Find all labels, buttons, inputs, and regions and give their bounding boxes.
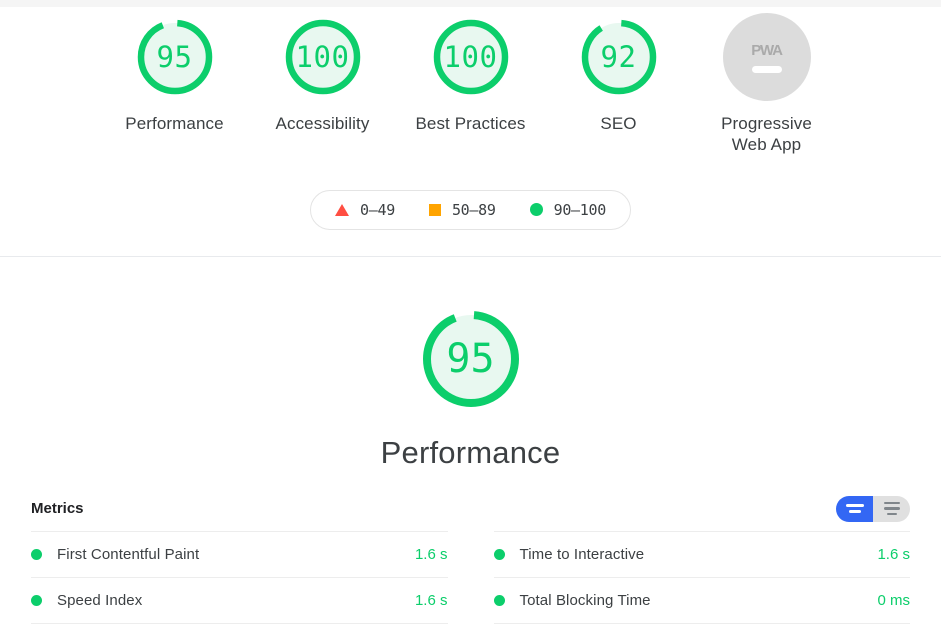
page-top-strip <box>0 0 941 7</box>
gauge-label-line1: Progressive <box>721 114 812 133</box>
score-gauge-accessibility[interactable]: 100 Accessibility <box>249 13 397 134</box>
metric-pass-circle-icon <box>493 594 505 606</box>
gauge-ring: 100 <box>427 13 515 101</box>
pass-circle-icon <box>529 203 543 216</box>
expanded-view-toggle-button[interactable] <box>873 495 910 522</box>
pwa-dash-icon <box>751 65 782 73</box>
score-gauge-performance[interactable]: 95 Performance <box>101 13 249 134</box>
score-gauge-seo[interactable]: 92 SEO <box>545 13 693 134</box>
metric-label: Time to Interactive <box>519 545 645 563</box>
metric-pass-circle-icon <box>31 594 42 606</box>
metrics-section: Metrics First Contentful Paint 1.6 s Speed… <box>0 495 941 630</box>
gauge-score-value: 100 <box>295 40 350 74</box>
scores-section: 95 Performance 100 Accessibility 100 Best Pra… <box>0 7 941 257</box>
score-legend: 0–49 50–89 90–100 <box>310 189 631 230</box>
metric-row[interactable]: Largest Contentful Paint2.8 s <box>31 622 448 630</box>
metric-value: 1.6 s <box>877 545 910 563</box>
score-gauges-row: 95 Performance 100 Accessibility 100 Best Pra… <box>0 13 941 156</box>
pwa-icon: PWA <box>722 13 811 101</box>
metric-pass-circle-icon <box>493 548 505 560</box>
gauge-label-line2: Web App <box>731 135 802 155</box>
expanded-view-icon-line <box>883 501 900 505</box>
average-square-icon <box>428 203 441 216</box>
metric-label: Total Blocking Time <box>519 591 651 609</box>
gauge-ring: 100 <box>279 13 367 101</box>
gauge-label: Performance <box>125 114 224 133</box>
legend-range-label: 0–49 <box>360 200 395 219</box>
gauge-label: SEO <box>600 114 637 133</box>
gauge-label: Best Practices <box>415 114 526 133</box>
metric-row[interactable]: Total Blocking Time 0 ms <box>493 576 910 623</box>
legend-item-square: 50–89 <box>428 200 496 219</box>
legend-item-circle: 90–100 <box>529 200 607 219</box>
metric-row[interactable]: Speed Index 1.6 s <box>31 576 448 623</box>
metric-row[interactable]: Cumulative Layout Shift0.072 <box>493 622 910 630</box>
score-gauge-progressive-web-app[interactable]: PWA Progressive Web App <box>693 13 841 156</box>
fail-triangle-icon <box>335 203 349 216</box>
metrics-header: Metrics <box>31 495 910 531</box>
performance-gauge-score: 95 <box>446 335 495 382</box>
simple-view-toggle-button[interactable] <box>836 495 873 522</box>
metrics-column-left: First Contentful Paint 1.6 s Speed Index 1.… <box>31 530 448 630</box>
legend-range-label: 90–100 <box>553 200 607 219</box>
metrics-column-right: Time to Interactive 1.6 s Total Blocking T… <box>493 530 910 630</box>
score-gauge-best-practices[interactable]: 100 Best Practices <box>397 13 545 134</box>
metric-label: Speed Index <box>57 591 143 609</box>
performance-gauge: 95 <box>415 303 527 415</box>
legend-item-triangle: 0–49 <box>335 201 395 219</box>
gauge-score-value: 100 <box>443 40 498 74</box>
metric-value: 1.6 s <box>414 545 448 563</box>
simple-view-icon-line <box>848 510 861 513</box>
score-legend-wrap: 0–49 50–89 90–100 <box>0 189 941 230</box>
gauge-label: Progressive Web App <box>721 113 812 156</box>
gauge-ring: 92 <box>575 13 663 101</box>
metric-row[interactable]: Time to Interactive 1.6 s <box>493 530 910 577</box>
metric-pass-circle-icon <box>31 548 42 560</box>
expanded-view-icon-line <box>886 512 897 516</box>
gauge-score-value: 92 <box>600 40 637 74</box>
performance-title: Performance <box>380 434 561 470</box>
simple-view-icon-line <box>845 504 864 507</box>
metric-value: 0 ms <box>877 591 910 609</box>
gauge-score-value: 95 <box>156 40 193 74</box>
metrics-view-toggle[interactable] <box>836 495 910 522</box>
lighthouse-report: 95 Performance 100 Accessibility 100 Best Pra… <box>0 0 941 630</box>
category-performance-header: 95 Performance <box>0 257 941 471</box>
legend-range-label: 50–89 <box>451 200 496 219</box>
metrics-grid: First Contentful Paint 1.6 s Speed Index 1.… <box>31 530 910 630</box>
metric-row[interactable]: First Contentful Paint 1.6 s <box>31 530 448 577</box>
gauge-ring: 95 <box>131 13 219 101</box>
metrics-title: Metrics <box>31 500 84 517</box>
pwa-badge-text: PWA <box>751 41 783 59</box>
expanded-view-icon-line <box>883 507 900 510</box>
gauge-label: Accessibility <box>275 114 370 133</box>
metric-value: 1.6 s <box>414 591 448 609</box>
metric-label: First Contentful Paint <box>57 545 200 563</box>
